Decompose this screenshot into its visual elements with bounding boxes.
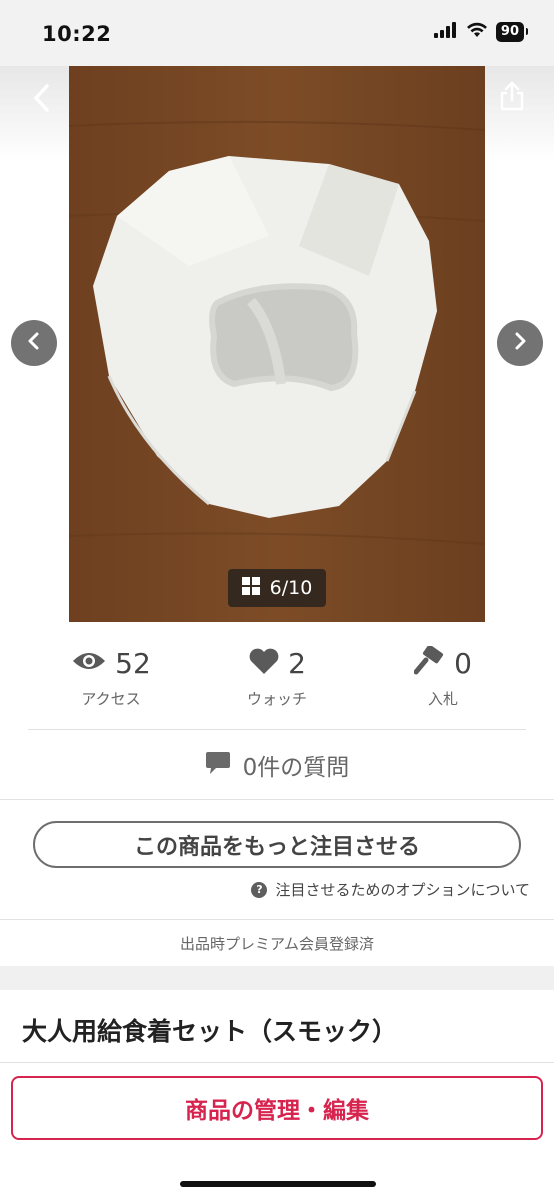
questions-label: 0件の質問 (242, 754, 350, 781)
item-stats: 52 アクセス 2 ウォッチ 0 入札 (28, 642, 526, 730)
back-button[interactable] (22, 80, 62, 120)
stat-watch: 2 ウォッチ (194, 642, 360, 729)
grid-icon (241, 576, 260, 600)
heart-icon (248, 647, 280, 679)
status-time: 10:22 (42, 22, 112, 46)
stat-access: 52 アクセス (28, 642, 194, 729)
section-separator (0, 966, 554, 990)
manage-edit-item-button[interactable]: 商品の管理・編集 (11, 1076, 543, 1140)
home-indicator (180, 1181, 376, 1187)
bid-count: 0 (454, 646, 472, 680)
battery-indicator: 90 (495, 22, 529, 42)
questions-link[interactable]: 0件の質問 (0, 730, 554, 800)
stat-bids: 0 入札 (360, 642, 526, 729)
comment-icon (205, 751, 231, 779)
share-button[interactable] (492, 78, 532, 118)
chevron-left-icon (27, 331, 41, 355)
premium-member-note: 出品時プレミアム会員登録済 (0, 919, 554, 966)
gavel-icon (413, 644, 446, 680)
wifi-icon (466, 22, 488, 42)
back-arrow-icon (33, 83, 51, 117)
cellular-signal-icon (433, 22, 458, 42)
next-photo-button[interactable] (497, 320, 543, 366)
previous-photo-button[interactable] (11, 320, 57, 366)
access-count: 52 (115, 646, 151, 680)
divider (0, 1062, 554, 1063)
status-bar: 10:22 90 (0, 0, 554, 66)
eye-icon (71, 649, 107, 677)
watch-label: ウォッチ (246, 690, 307, 708)
chevron-right-icon (513, 331, 527, 355)
bid-label: 入札 (427, 690, 458, 708)
watch-count: 2 (288, 646, 306, 680)
item-title: 大人用給食着セット（スモック） (22, 1017, 398, 1046)
status-icons: 90 (433, 22, 529, 42)
item-photo[interactable] (69, 66, 485, 622)
photo-gallery[interactable] (0, 66, 554, 622)
photo-counter-text: 6/10 (269, 577, 313, 599)
access-label: アクセス (81, 690, 141, 708)
promote-item-button[interactable]: この商品をもっと注目させる (33, 821, 521, 868)
promote-help-label: 注目させるためのオプションについて (275, 881, 530, 899)
promote-options-help-link[interactable]: ? 注目させるためのオプションについて (251, 879, 530, 900)
photo-counter[interactable]: 6/10 (228, 569, 326, 607)
question-circle-icon: ? (251, 881, 268, 898)
share-icon (498, 81, 526, 115)
